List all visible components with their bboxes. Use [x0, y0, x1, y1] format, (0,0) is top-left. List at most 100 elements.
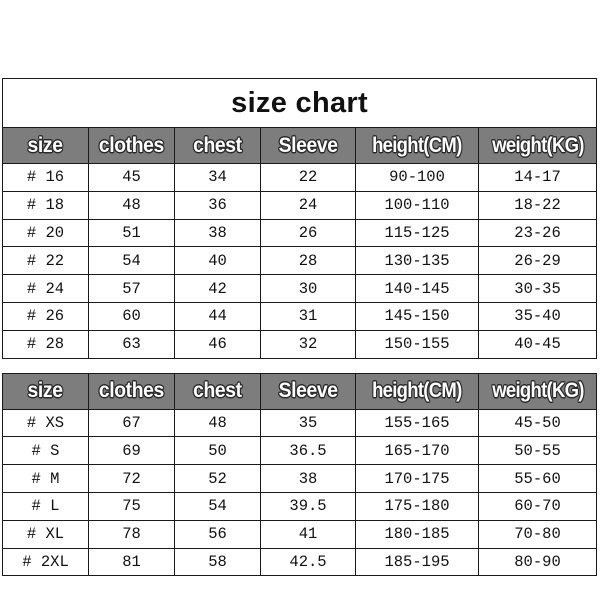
cell-value: # M — [31, 469, 60, 488]
cell-size: # 24 — [2, 274, 89, 303]
cell-value: 60 — [122, 307, 141, 326]
cell-weight: 50-55 — [478, 436, 597, 466]
column-header-sleeve: Sleeve — [260, 372, 356, 410]
table-row: # S 69 50 36.5 165-170 50-55 — [2, 436, 597, 466]
cell-value: 78 — [122, 525, 141, 544]
cell-value: 40-45 — [514, 335, 561, 354]
cell-weight: 60-70 — [478, 491, 597, 521]
cell-height: 165-170 — [355, 436, 479, 466]
column-header-clothes: clothes — [88, 127, 175, 164]
cell-size: # 20 — [2, 218, 89, 248]
cell-height: 100-110 — [355, 190, 479, 220]
column-header-height: height(CM) — [355, 127, 479, 164]
cell-value: 155-165 — [384, 413, 450, 432]
column-header-label: Sleeve — [278, 133, 338, 157]
cell-weight: 45-50 — [478, 408, 597, 438]
cell-value: 26 — [298, 223, 318, 242]
cell-value: # 2XL — [22, 552, 69, 571]
cell-value: 180-185 — [384, 525, 450, 544]
cell-sleeve: 42.5 — [260, 547, 356, 577]
cell-value: 115-125 — [384, 223, 450, 242]
cell-value: 55-60 — [514, 469, 561, 488]
cell-value: 58 — [208, 552, 227, 571]
cell-sleeve: 22 — [260, 163, 356, 192]
cell-clothes: 69 — [88, 436, 175, 466]
cell-value: 170-175 — [384, 469, 450, 488]
cell-value: # XL — [26, 525, 65, 544]
cell-chest: 54 — [174, 491, 261, 521]
column-header-label: weight(KG) — [491, 133, 584, 157]
column-header-label: size — [27, 133, 64, 157]
cell-value: 44 — [208, 307, 227, 326]
cell-value: 36.5 — [289, 441, 327, 460]
cell-clothes: 54 — [88, 246, 175, 276]
cell-chest: 40 — [174, 246, 261, 276]
table-row: # 28 63 46 32 150-155 40-45 — [2, 329, 598, 359]
cell-value: 54 — [208, 497, 227, 516]
size-chart-image: size chart size clothes chest Sleeve hei… — [0, 0, 600, 600]
cell-value: 34 — [208, 168, 227, 187]
column-header-label: Sleeve — [278, 379, 338, 403]
column-header-clothes: clothes — [88, 372, 175, 410]
cell-weight: 40-45 — [477, 329, 598, 359]
cell-chest: 38 — [174, 218, 261, 248]
cell-value: 51 — [122, 223, 141, 242]
table-row: # 2XL 81 58 42.5 185-195 80-90 — [2, 547, 597, 577]
cell-height: 170-175 — [355, 464, 479, 493]
cell-sleeve: 35 — [260, 408, 356, 438]
cell-value: 42 — [208, 279, 227, 298]
kids-size-table: size chart size clothes chest Sleeve hei… — [1, 78, 598, 359]
column-header-label: size — [27, 379, 64, 403]
cell-value: 14-17 — [514, 168, 561, 187]
cell-height: 130-135 — [355, 246, 479, 276]
column-header-weight: weight(KG) — [477, 127, 598, 164]
cell-value: 80-90 — [514, 552, 561, 571]
cell-value: 26-29 — [514, 251, 561, 270]
cell-value: 46 — [208, 335, 227, 354]
adult-size-table: size clothes chest Sleeve height(CM) wei… — [2, 372, 597, 577]
cell-height: 155-165 — [355, 408, 479, 438]
table-header-row: size clothes chest Sleeve height(CM) wei… — [2, 127, 598, 164]
cell-weight: 35-40 — [477, 301, 598, 331]
cell-clothes: 63 — [88, 329, 175, 359]
cell-weight: 26-29 — [477, 246, 598, 276]
table-row: # 22 54 40 28 130-135 26-29 — [2, 246, 598, 276]
cell-value: 28 — [298, 251, 318, 270]
cell-value: # 22 — [26, 251, 65, 270]
cell-size: # XS — [2, 408, 89, 438]
cell-chest: 46 — [174, 329, 261, 359]
cell-value: 60-70 — [514, 497, 561, 516]
cell-value: 45-50 — [514, 413, 561, 432]
cell-weight: 30-35 — [477, 274, 598, 303]
cell-value: 165-170 — [384, 441, 450, 460]
cell-height: 150-155 — [355, 329, 479, 359]
cell-value: # S — [31, 441, 60, 460]
page-title: size chart — [231, 86, 368, 119]
cell-size: # L — [2, 491, 89, 521]
table-row: # XL 78 56 41 180-185 70-80 — [2, 519, 597, 549]
cell-height: 185-195 — [355, 547, 479, 577]
column-header-chest: chest — [174, 372, 261, 410]
table-header-row: size clothes chest Sleeve height(CM) wei… — [2, 372, 597, 410]
cell-value: 75 — [122, 497, 141, 516]
cell-size: # XL — [2, 519, 89, 549]
cell-value: 70-80 — [514, 525, 561, 544]
table-row: # L 75 54 39.5 175-180 60-70 — [2, 491, 597, 521]
cell-sleeve: 36.5 — [260, 436, 356, 466]
column-header-sleeve: Sleeve — [260, 127, 356, 164]
cell-value: 48 — [122, 196, 141, 215]
cell-size: # S — [2, 436, 89, 466]
cell-value: 69 — [122, 441, 141, 460]
size-chart-container: size chart size clothes chest Sleeve hei… — [1, 78, 598, 577]
column-header-label: clothes — [98, 379, 165, 403]
cell-size: # M — [2, 464, 89, 493]
cell-value: 31 — [298, 307, 318, 326]
cell-value: 50 — [208, 441, 227, 460]
cell-sleeve: 39.5 — [260, 491, 356, 521]
table-row: # 20 51 38 26 115-125 23-26 — [2, 218, 598, 248]
table-row: # 24 57 42 30 140-145 30-35 — [2, 274, 598, 303]
cell-height: 175-180 — [355, 491, 479, 521]
cell-value: 72 — [122, 469, 141, 488]
cell-clothes: 78 — [88, 519, 175, 549]
cell-size: # 28 — [2, 329, 89, 359]
